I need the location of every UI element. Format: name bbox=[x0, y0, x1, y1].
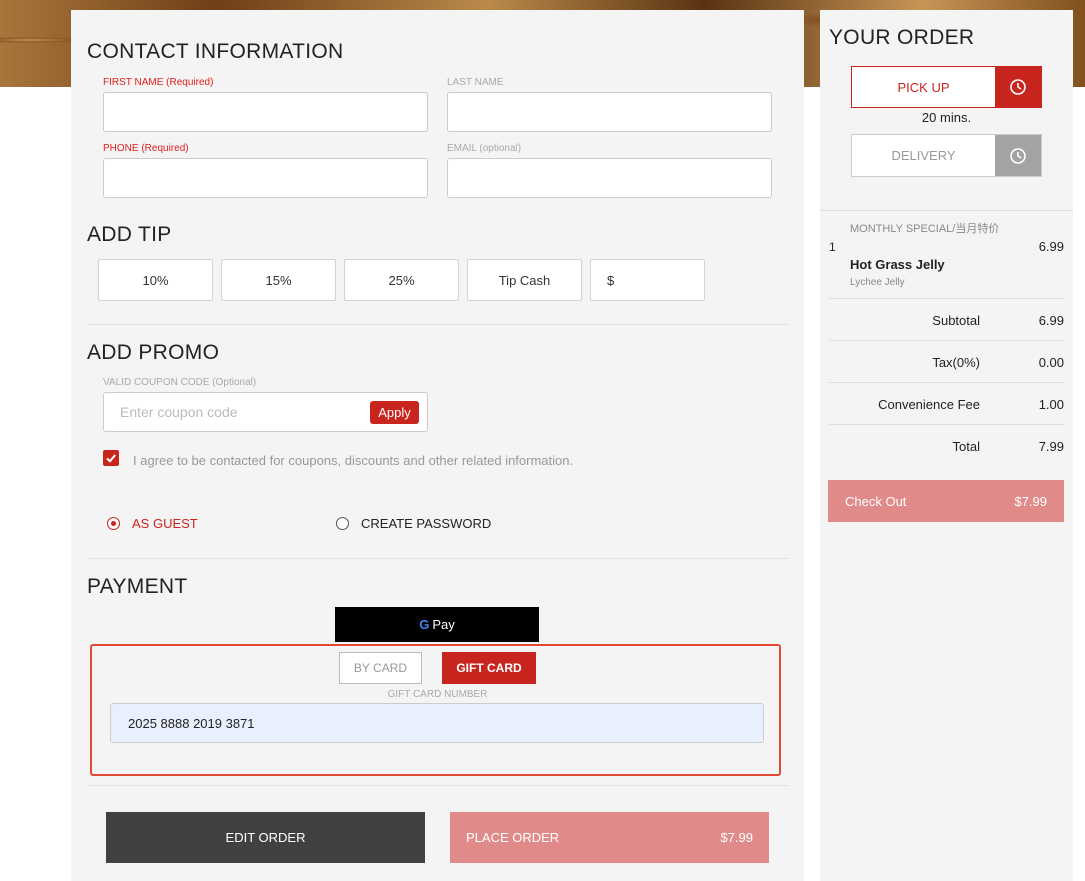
checkout-button[interactable]: Check Out $7.99 bbox=[828, 480, 1064, 522]
gpay-label: Pay bbox=[432, 617, 455, 632]
checkout-label: Check Out bbox=[845, 493, 907, 509]
divider bbox=[829, 298, 1064, 299]
tax-label: Tax(0%) bbox=[932, 355, 980, 370]
email-label: EMAIL (optional) bbox=[447, 143, 522, 154]
email-input[interactable] bbox=[447, 158, 772, 198]
first-name-label: FIRST NAME (Required) bbox=[103, 77, 214, 88]
create-password-radio[interactable] bbox=[336, 517, 349, 530]
subtotal-label: Subtotal bbox=[932, 313, 980, 328]
tip-section-title: ADD TIP bbox=[87, 223, 172, 246]
item-category: MONTHLY SPECIAL/当月特价 bbox=[850, 223, 1000, 235]
place-order-button[interactable]: PLACE ORDER $7.99 bbox=[450, 812, 769, 863]
total-value: 7.99 bbox=[1038, 439, 1064, 454]
delivery-button[interactable]: DELIVERY bbox=[851, 134, 1042, 177]
agree-text: I agree to be contacted for coupons, dis… bbox=[133, 453, 574, 468]
gift-card-number-label: GIFT CARD NUMBER bbox=[387, 689, 488, 700]
pickup-button[interactable]: PICK UP bbox=[851, 66, 1042, 108]
checkout-form-panel: CONTACT INFORMATION FIRST NAME (Required… bbox=[71, 10, 804, 881]
phone-input[interactable] bbox=[103, 158, 428, 198]
subtotal-value: 6.99 bbox=[1038, 313, 1064, 328]
clock-icon bbox=[995, 135, 1041, 176]
tip-cash-button[interactable]: Tip Cash bbox=[467, 259, 582, 301]
total-label: Total bbox=[952, 439, 980, 454]
checkmark-icon bbox=[106, 454, 116, 463]
google-g-icon: G bbox=[419, 617, 430, 632]
item-name: Hot Grass Jelly bbox=[850, 257, 945, 272]
item-quantity: 1 bbox=[829, 240, 836, 254]
order-section-title: YOUR ORDER bbox=[829, 26, 975, 49]
divider bbox=[820, 210, 1073, 211]
tip-25-button[interactable]: 25% bbox=[344, 259, 459, 301]
create-password-label[interactable]: CREATE PASSWORD bbox=[361, 516, 491, 531]
convenience-fee-label: Convenience Fee bbox=[878, 397, 980, 412]
order-summary-panel: YOUR ORDER PICK UP 20 mins. DELIVERY 1 M… bbox=[820, 10, 1073, 881]
custom-tip-input[interactable]: $ bbox=[590, 259, 705, 301]
coupon-label: VALID COUPON CODE (Optional) bbox=[103, 377, 257, 388]
pickup-time: 20 mins. bbox=[921, 110, 972, 125]
first-name-input[interactable] bbox=[103, 92, 428, 132]
pickup-label: PICK UP bbox=[897, 79, 950, 95]
edit-order-button[interactable]: EDIT ORDER bbox=[106, 812, 425, 863]
divider bbox=[829, 382, 1064, 383]
guest-label[interactable]: AS GUEST bbox=[132, 516, 198, 531]
last-name-input[interactable] bbox=[447, 92, 772, 132]
gift-card-number-input[interactable]: 2025 8888 2019 3871 bbox=[110, 703, 764, 743]
delivery-label: DELIVERY bbox=[891, 148, 956, 163]
google-pay-button[interactable]: G Pay bbox=[335, 607, 539, 642]
item-price: 6.99 bbox=[1038, 239, 1064, 254]
guest-radio[interactable] bbox=[107, 517, 120, 530]
promo-section-title: ADD PROMO bbox=[87, 341, 220, 364]
apply-coupon-button[interactable]: Apply bbox=[370, 401, 419, 424]
contact-section-title: CONTACT INFORMATION bbox=[87, 40, 344, 63]
gift-card-tab[interactable]: GIFT CARD bbox=[442, 652, 536, 684]
divider bbox=[87, 785, 788, 786]
by-card-tab[interactable]: BY CARD bbox=[339, 652, 422, 684]
phone-label: PHONE (Required) bbox=[103, 143, 189, 154]
payment-section-title: PAYMENT bbox=[87, 575, 188, 598]
checkout-amount: $7.99 bbox=[1014, 493, 1047, 509]
last-name-label: LAST NAME bbox=[447, 77, 504, 88]
divider bbox=[829, 424, 1064, 425]
tip-15-button[interactable]: 15% bbox=[221, 259, 336, 301]
tip-10-button[interactable]: 10% bbox=[98, 259, 213, 301]
divider bbox=[829, 340, 1064, 341]
item-option: Lychee Jelly bbox=[850, 277, 905, 288]
convenience-fee-value: 1.00 bbox=[1038, 397, 1064, 412]
dollar-prefix: $ bbox=[607, 272, 615, 288]
place-order-amount: $7.99 bbox=[720, 830, 753, 845]
agree-checkbox[interactable] bbox=[103, 450, 119, 466]
place-order-label: PLACE ORDER bbox=[466, 830, 560, 845]
divider bbox=[87, 558, 788, 559]
clock-icon bbox=[995, 67, 1041, 107]
divider bbox=[87, 324, 788, 325]
tax-value: 0.00 bbox=[1038, 355, 1064, 370]
